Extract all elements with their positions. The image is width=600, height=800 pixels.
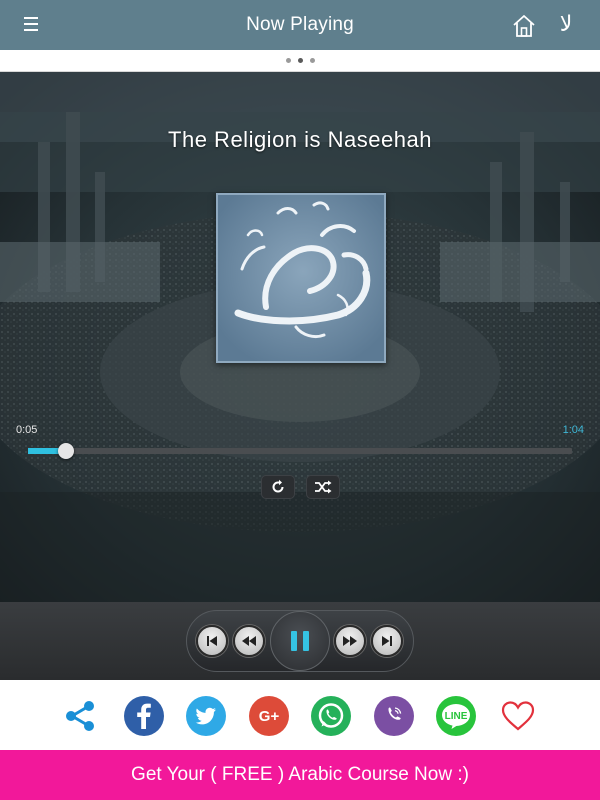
- home-icon[interactable]: [510, 12, 538, 40]
- top-app-bar: Now Playing لا: [0, 0, 600, 50]
- muhammad-calligraphy-artwork: [216, 193, 386, 363]
- player-panel: The Religion is Naseehah 0:05 1:04: [0, 72, 600, 602]
- total-duration: 1:04: [562, 424, 584, 436]
- rewind-button[interactable]: [233, 625, 265, 657]
- repeat-icon: [272, 479, 284, 493]
- page-title: Now Playing: [246, 14, 354, 35]
- page-dot-active[interactable]: [297, 58, 303, 63]
- favorite-heart-icon[interactable]: [498, 696, 538, 736]
- transport-controls: [0, 602, 600, 680]
- whatsapp-icon[interactable]: [311, 696, 351, 736]
- share-icon[interactable]: [60, 696, 100, 736]
- line-label: LINE: [444, 710, 468, 722]
- fast-forward-button[interactable]: [334, 625, 366, 657]
- page-dot[interactable]: [309, 58, 315, 63]
- hamburger-menu-icon[interactable]: [24, 17, 44, 33]
- promo-banner[interactable]: Get Your ( FREE ) Arabic Course Now :): [0, 750, 600, 800]
- share-bar: G+ LINE: [0, 680, 600, 750]
- skip-previous-button[interactable]: [196, 625, 228, 657]
- rewind-icon: [242, 636, 256, 646]
- viber-icon[interactable]: [374, 696, 414, 736]
- shuffle-button[interactable]: [306, 475, 340, 499]
- shuffle-icon: [315, 480, 332, 494]
- pause-icon: [291, 631, 309, 651]
- track-title: The Religion is Naseehah: [168, 127, 432, 152]
- repeat-button[interactable]: [261, 475, 295, 499]
- elapsed-time: 0:05: [16, 424, 38, 436]
- page-indicator: [0, 50, 600, 72]
- app: Now Playing لا The Religion is Naseehah …: [0, 0, 600, 800]
- fast-forward-icon: [343, 636, 357, 646]
- skip-next-icon: [382, 636, 392, 646]
- skip-next-button[interactable]: [371, 625, 403, 657]
- arabic-language-icon[interactable]: لا: [550, 10, 582, 40]
- facebook-icon[interactable]: [124, 696, 164, 736]
- seek-bar-thumb[interactable]: [58, 443, 74, 459]
- twitter-icon[interactable]: [186, 696, 226, 736]
- skip-previous-icon: [207, 636, 217, 646]
- page-dot[interactable]: [285, 58, 291, 63]
- pause-button[interactable]: [270, 611, 330, 671]
- line-icon[interactable]: LINE: [436, 696, 476, 736]
- google-plus-icon[interactable]: G+: [249, 696, 289, 736]
- seek-bar[interactable]: [28, 443, 572, 459]
- promo-banner-text: Get Your ( FREE ) Arabic Course Now :): [131, 764, 469, 785]
